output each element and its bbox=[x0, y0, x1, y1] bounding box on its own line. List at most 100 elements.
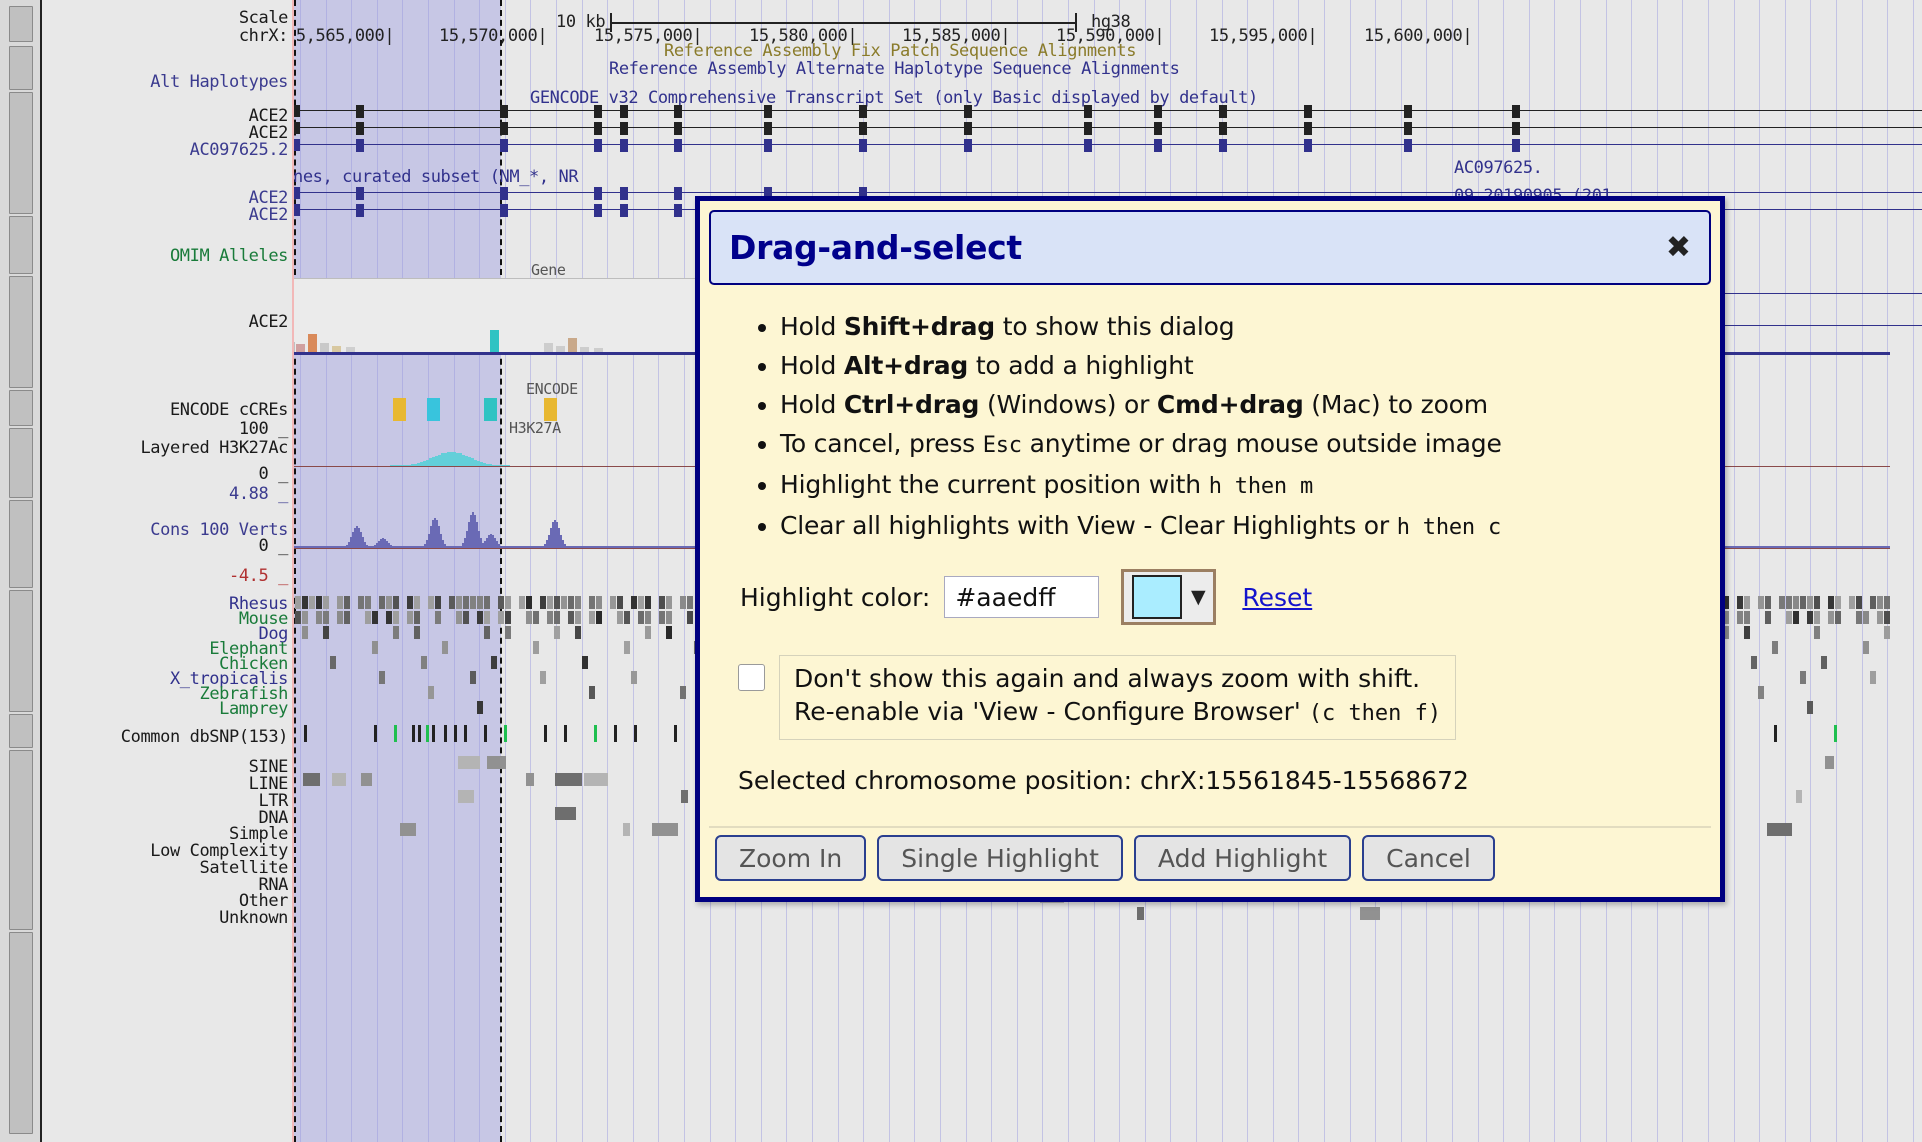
gene-exon bbox=[620, 139, 628, 152]
alignment-block bbox=[533, 641, 539, 654]
track-handle[interactable] bbox=[9, 500, 33, 588]
alignment-block bbox=[344, 596, 350, 609]
gene-exon bbox=[294, 122, 300, 134]
repeat-block bbox=[303, 773, 320, 786]
track-handle[interactable] bbox=[9, 932, 33, 1134]
alignment-block bbox=[1772, 641, 1778, 654]
tip-item: Highlight the current position with h th… bbox=[780, 465, 1690, 506]
alignment-block bbox=[1828, 596, 1834, 609]
dbsnp-tick bbox=[464, 725, 467, 742]
alignment-block bbox=[365, 596, 371, 609]
track-handle[interactable] bbox=[9, 92, 33, 214]
gene-exon bbox=[594, 204, 602, 217]
alignment-block bbox=[617, 596, 623, 609]
repeat-block bbox=[1825, 756, 1834, 769]
drag-and-select-dialog[interactable]: Drag-and-select ✖ Hold Shift+drag to sho… bbox=[695, 196, 1725, 902]
gene-exon bbox=[294, 105, 300, 117]
gene-exon bbox=[620, 204, 628, 217]
chevron-down-icon[interactable]: ▼ bbox=[1191, 586, 1206, 608]
gene-exon bbox=[500, 122, 508, 135]
alignment-block bbox=[477, 701, 483, 714]
track-label: 0 _ bbox=[258, 464, 288, 484]
dialog-title: Drag-and-select bbox=[729, 228, 1022, 267]
gene-exon bbox=[1304, 139, 1312, 152]
gene-exon bbox=[356, 105, 364, 118]
alignment-block bbox=[1884, 611, 1890, 624]
alignment-block bbox=[302, 596, 308, 609]
track-label: Lamprey bbox=[219, 699, 288, 719]
alignment-block bbox=[1779, 596, 1785, 609]
alignment-block bbox=[484, 611, 490, 624]
conservation-signal bbox=[1888, 546, 1890, 548]
alignment-block bbox=[631, 671, 637, 684]
tip-item: Hold Alt+drag to add a highlight bbox=[780, 346, 1690, 385]
track-drag-gutter[interactable] bbox=[0, 0, 42, 1142]
alignment-block bbox=[1884, 626, 1890, 639]
gene-exon bbox=[620, 105, 628, 118]
alignment-block bbox=[337, 611, 343, 624]
track-handle[interactable] bbox=[9, 750, 33, 930]
track-handle[interactable] bbox=[9, 390, 33, 426]
alignment-block bbox=[1814, 611, 1820, 624]
alignment-block bbox=[386, 611, 392, 624]
dbsnp-tick bbox=[454, 725, 457, 742]
alignment-block bbox=[295, 596, 301, 609]
close-icon[interactable]: ✖ bbox=[1666, 232, 1691, 263]
reset-color-link[interactable]: Reset bbox=[1242, 583, 1312, 612]
gene-exon bbox=[1404, 105, 1412, 118]
track-handle[interactable] bbox=[9, 46, 33, 90]
expression-bar bbox=[544, 343, 553, 352]
repeat-block bbox=[555, 773, 582, 786]
gene-exon bbox=[674, 187, 682, 200]
dont-show-again-row: Don't show this again and always zoom wi… bbox=[738, 655, 1690, 740]
track-handle[interactable] bbox=[9, 590, 33, 712]
alignment-block bbox=[554, 626, 560, 639]
dont-show-again-line1: Don't show this again and always zoom wi… bbox=[794, 664, 1421, 693]
track-handle[interactable] bbox=[9, 6, 33, 42]
grid-line bbox=[1810, 0, 1811, 1142]
gene-exon bbox=[859, 122, 867, 135]
track-handle[interactable] bbox=[9, 216, 33, 274]
gene-intron-line bbox=[294, 110, 1922, 111]
dbsnp-tick bbox=[504, 725, 507, 742]
track-handle[interactable] bbox=[9, 714, 33, 748]
alignment-block bbox=[428, 686, 434, 699]
ccre-block bbox=[544, 398, 557, 421]
color-picker-button[interactable]: ▼ bbox=[1121, 569, 1217, 625]
track-label: ENCODE cCREs bbox=[169, 400, 288, 420]
selected-position-value: chrX:15561845-15568672 bbox=[1139, 766, 1469, 795]
track-handle[interactable] bbox=[9, 276, 33, 388]
alignment-block bbox=[1737, 611, 1743, 624]
track-handle[interactable] bbox=[9, 428, 33, 498]
alignment-block bbox=[414, 611, 420, 624]
track-title-fixpatch: Reference Assembly Fix Patch Sequence Al… bbox=[664, 41, 1137, 61]
alignment-block bbox=[323, 626, 329, 639]
alignment-block bbox=[547, 611, 553, 624]
expression-bar bbox=[308, 334, 317, 352]
alignment-block bbox=[638, 596, 644, 609]
tip-text: Hold bbox=[780, 351, 844, 380]
alignment-block bbox=[505, 626, 511, 639]
tip-item: Clear all highlights with View - Clear H… bbox=[780, 506, 1690, 547]
alignment-block bbox=[589, 596, 595, 609]
alignment-block bbox=[610, 596, 616, 609]
track-label: Scale bbox=[238, 8, 289, 28]
dont-show-again-checkbox[interactable] bbox=[738, 664, 765, 691]
single-highlight-button[interactable]: Single Highlight bbox=[877, 835, 1123, 881]
dbsnp-tick bbox=[484, 725, 487, 742]
alignment-block bbox=[547, 596, 553, 609]
tip-shortcut: Shift+drag bbox=[843, 312, 995, 341]
add-highlight-button[interactable]: Add Highlight bbox=[1133, 835, 1352, 881]
cancel-button[interactable]: Cancel bbox=[1362, 835, 1495, 881]
track-label: OMIM Alleles bbox=[169, 246, 288, 266]
gene-name-label: AC097625. bbox=[1454, 158, 1543, 178]
ccre-block bbox=[484, 398, 497, 421]
alignment-block bbox=[330, 656, 336, 669]
zoom-in-button[interactable]: Zoom In bbox=[715, 835, 867, 881]
gene-exon bbox=[500, 204, 508, 217]
alignment-block bbox=[680, 596, 686, 609]
expression-bar bbox=[320, 343, 329, 352]
dbsnp-tick bbox=[432, 725, 435, 742]
highlight-color-input[interactable] bbox=[944, 576, 1100, 618]
repeat-block bbox=[1796, 790, 1802, 803]
